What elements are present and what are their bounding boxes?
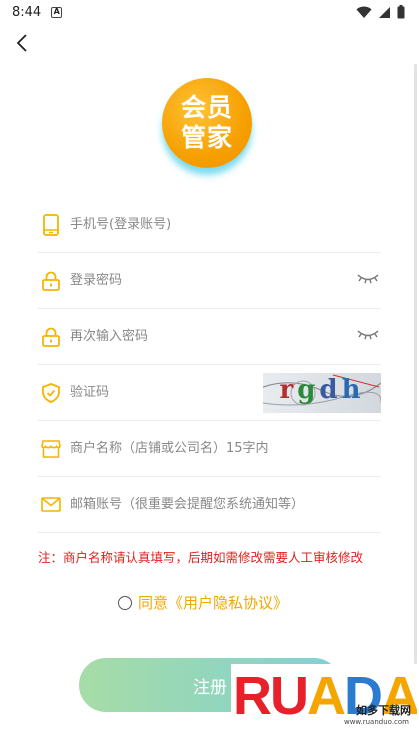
mail-icon	[40, 494, 62, 516]
eye-closed-icon[interactable]	[357, 271, 379, 289]
scrollbar[interactable]	[414, 64, 417, 664]
password-confirm-input[interactable]	[70, 321, 381, 352]
watermark-url: www.ruanduo.com	[343, 718, 409, 726]
password-row	[38, 253, 381, 309]
lock-icon	[40, 270, 62, 292]
signal-icon	[379, 6, 390, 18]
phone-row	[38, 197, 381, 253]
eye-closed-icon[interactable]	[357, 327, 379, 345]
shop-name-row	[38, 421, 381, 477]
back-button[interactable]	[10, 30, 34, 56]
password-input[interactable]	[70, 265, 381, 296]
agreement-row: 同意 《用户隐私协议》	[118, 592, 288, 613]
status-bar: 8:44 A	[0, 0, 419, 24]
email-input[interactable]	[70, 489, 381, 520]
register-form: rgdh	[38, 197, 381, 533]
logo-line-1: 会员	[180, 93, 233, 122]
status-time: 8:44	[12, 4, 42, 20]
shop-icon	[40, 438, 62, 460]
watermark-logo: RUADADUO 如多下载网 www.ruanduo.com	[231, 664, 417, 744]
chevron-left-icon	[16, 34, 27, 52]
battery-icon	[397, 5, 405, 19]
shield-icon	[40, 382, 62, 404]
captcha-image[interactable]: rgdh	[263, 373, 381, 413]
logo-line-2: 管家	[180, 123, 233, 152]
agree-label: 同意	[138, 594, 169, 612]
lock-icon	[40, 326, 62, 348]
password-confirm-row	[38, 309, 381, 365]
shop-name-input[interactable]	[70, 433, 381, 464]
agree-radio[interactable]	[118, 595, 132, 610]
shop-name-note: 注：商户名称请认真填写，后期如需修改需要人工审核修改	[38, 550, 364, 565]
status-icons	[356, 5, 405, 19]
privacy-policy-link[interactable]: 《用户隐私协议》	[168, 592, 288, 613]
watermark-cn: 如多下载网	[356, 704, 411, 717]
wifi-icon	[356, 6, 372, 18]
phone-input[interactable]	[70, 209, 381, 240]
app-logo: 会员 管家	[162, 78, 258, 174]
captcha-text: rgdh	[279, 375, 365, 405]
notification-icon: A	[51, 6, 63, 18]
phone-icon	[40, 213, 62, 236]
captcha-row: rgdh	[38, 365, 381, 421]
email-row	[38, 477, 381, 533]
